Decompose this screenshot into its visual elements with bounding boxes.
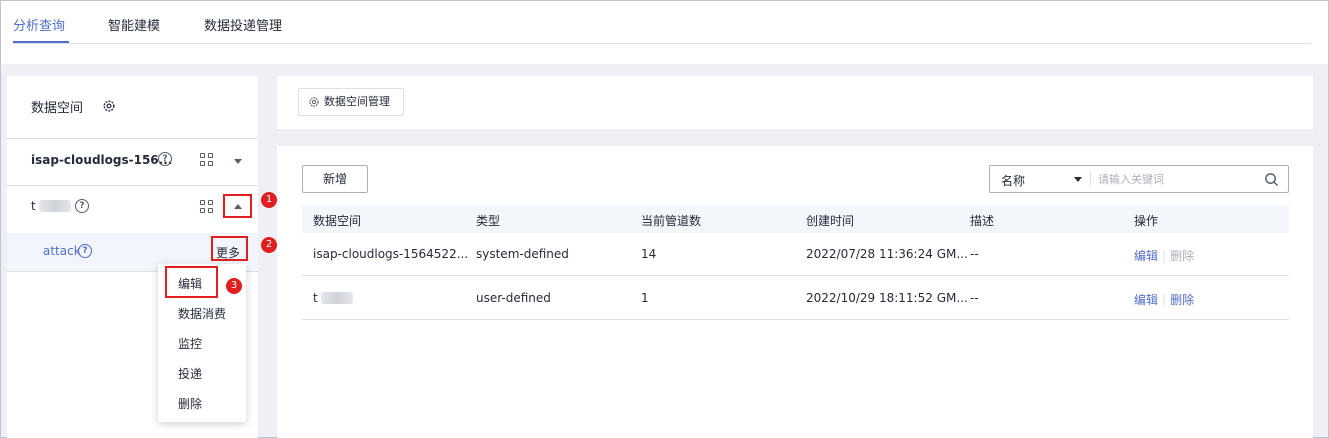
cell-actions: 编辑 | 删除 xyxy=(1134,247,1194,264)
cell-type: user-defined xyxy=(476,291,551,305)
edit-link[interactable]: 编辑 xyxy=(1134,293,1158,307)
grid-icon[interactable] xyxy=(200,153,214,167)
gear-icon[interactable] xyxy=(102,99,116,113)
delete-link[interactable]: 删除 xyxy=(1170,249,1194,263)
tab-divider xyxy=(13,43,1311,44)
column-header: 类型 xyxy=(476,214,501,228)
cell-desc: -- xyxy=(970,291,979,305)
edit-link[interactable]: 编辑 xyxy=(1134,249,1158,263)
tab-data-delivery[interactable]: 数据投递管理 xyxy=(204,15,282,34)
cell-desc: -- xyxy=(970,247,979,261)
workspace-name[interactable]: t xyxy=(31,199,36,213)
menu-item-delete[interactable]: 删除 xyxy=(178,395,202,412)
tab-analysis-query[interactable]: 分析查询 xyxy=(13,15,65,34)
sidebar-title: 数据空间 xyxy=(31,101,84,116)
manage-panel: 数据空间管理 xyxy=(277,76,1313,129)
menu-item-monitor[interactable]: 监控 xyxy=(178,335,202,352)
cell-pipes: 1 xyxy=(641,291,649,305)
search-input[interactable] xyxy=(1098,170,1248,188)
tab-smart-modeling[interactable]: 智能建模 xyxy=(108,15,160,34)
cell-pipes: 14 xyxy=(641,247,657,261)
column-header: 创建时间 xyxy=(806,214,855,228)
cell-created: 2022/10/29 18:11:52 GM... xyxy=(806,291,968,305)
workspace-name[interactable]: isap-cloudlogs-156... xyxy=(31,153,172,167)
menu-item-data-consume[interactable]: 数据消费 xyxy=(178,305,226,322)
chevron-down-icon[interactable] xyxy=(1074,177,1082,182)
help-icon[interactable]: ? xyxy=(158,152,172,166)
action-separator: | xyxy=(1162,249,1167,263)
help-icon[interactable]: ? xyxy=(78,244,92,258)
workspace-manage-button[interactable]: 数据空间管理 xyxy=(298,88,404,116)
active-tab-indicator xyxy=(13,41,69,43)
column-header: 操作 xyxy=(1134,214,1159,228)
search-icon[interactable] xyxy=(1264,172,1279,187)
add-button[interactable]: 新增 xyxy=(302,165,368,193)
cell-name: isap-cloudlogs-1564522... xyxy=(313,247,469,261)
redacted-text xyxy=(39,200,71,212)
grid-icon[interactable] xyxy=(200,200,214,214)
divider xyxy=(7,138,258,139)
search-field-select[interactable]: 名称 xyxy=(1001,172,1025,189)
table-header: 数据空间 类型 当前管道数 创建时间 描述 操作 xyxy=(302,205,1289,233)
redacted-text xyxy=(321,292,353,304)
cell-type: system-defined xyxy=(476,247,569,261)
highlight-box-1 xyxy=(223,194,252,218)
search-box: 名称 xyxy=(989,165,1289,193)
cell-created: 2022/07/28 11:36:24 GM... xyxy=(806,247,968,261)
gear-icon xyxy=(309,97,319,107)
step-marker-1: 1 xyxy=(261,192,277,208)
chevron-down-icon[interactable] xyxy=(234,159,242,164)
pipeline-name[interactable]: attack xyxy=(43,244,81,258)
manage-button-label: 数据空间管理 xyxy=(324,95,390,108)
search-divider xyxy=(1090,172,1091,186)
highlight-box-2 xyxy=(211,236,248,261)
workspace-list-panel: 新增 名称 数据空间 类型 当前管道数 创建时间 描述 操作 isap-clou… xyxy=(277,146,1313,438)
action-separator: | xyxy=(1162,293,1167,307)
column-header: 当前管道数 xyxy=(641,214,702,228)
step-marker-2: 2 xyxy=(261,237,277,253)
highlight-box-3 xyxy=(165,266,218,298)
help-icon[interactable]: ? xyxy=(75,199,89,213)
step-marker-3: 3 xyxy=(226,278,242,294)
divider xyxy=(7,185,258,186)
top-nav: 分析查询 智能建模 数据投递管理 xyxy=(1,1,1328,64)
cell-name: t xyxy=(313,291,318,305)
table-row: t user-defined 1 2022/10/29 18:11:52 GM.… xyxy=(302,277,1289,320)
cell-actions: 编辑 | 删除 xyxy=(1134,291,1194,308)
column-header: 描述 xyxy=(970,214,995,228)
delete-link[interactable]: 删除 xyxy=(1170,293,1194,307)
table-row: isap-cloudlogs-1564522... system-defined… xyxy=(302,233,1289,276)
column-header: 数据空间 xyxy=(313,214,362,228)
menu-item-deliver[interactable]: 投递 xyxy=(178,365,202,382)
